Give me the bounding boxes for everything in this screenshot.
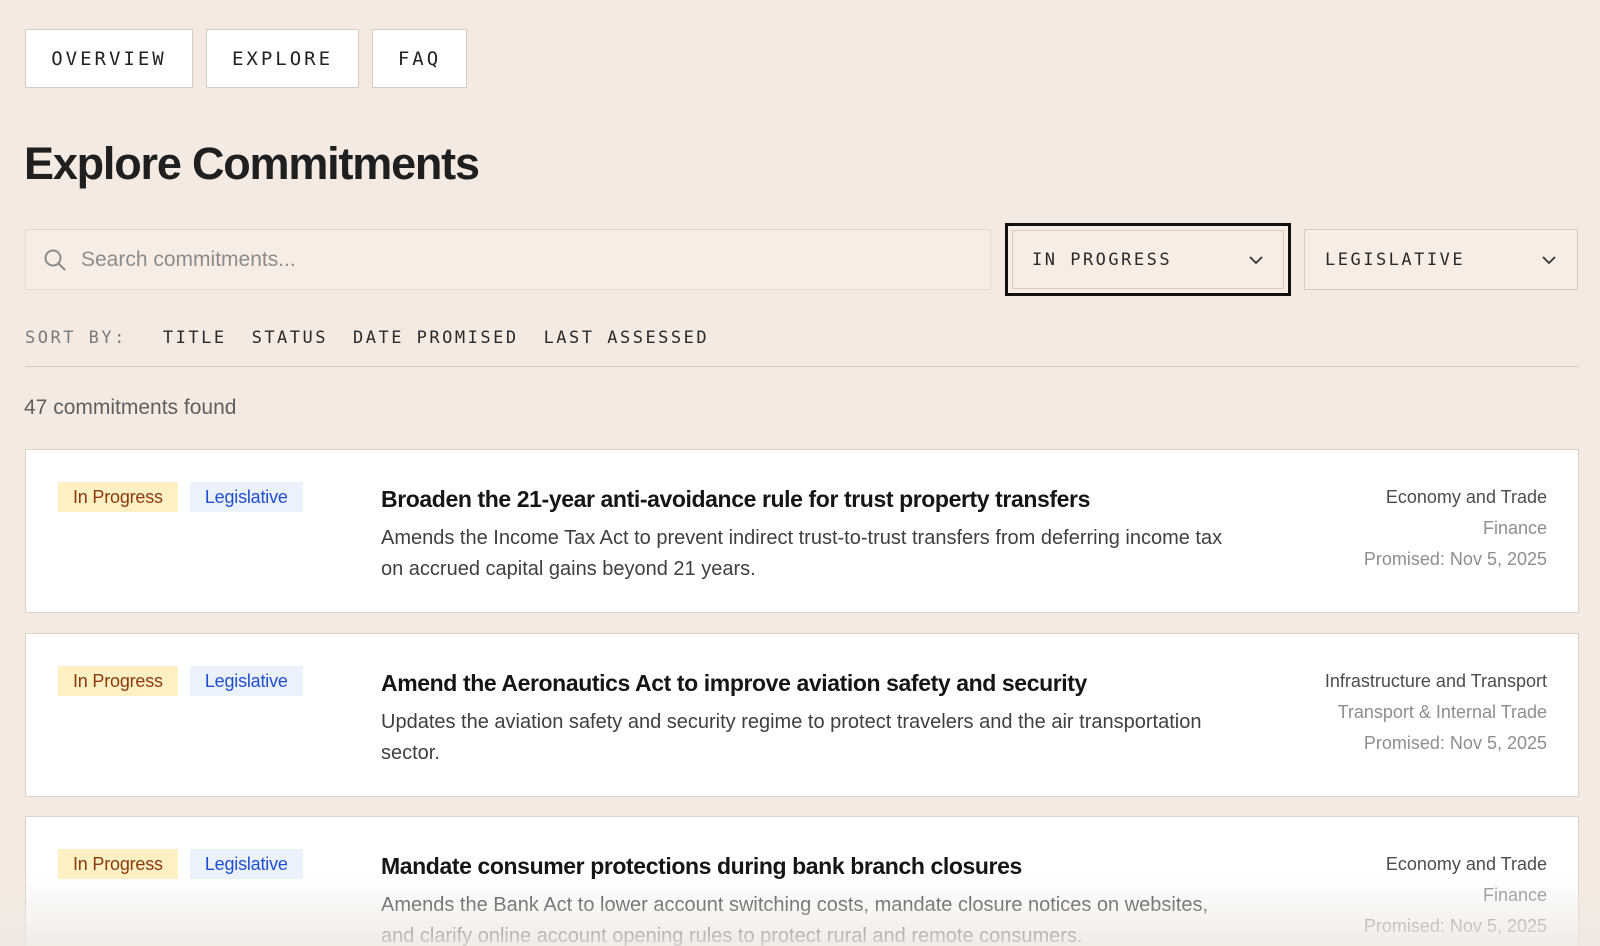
status-filter-select[interactable]: IN PROGRESS: [1005, 223, 1291, 296]
nav-overview-button[interactable]: OVERVIEW: [25, 29, 193, 88]
policy-area: Infrastructure and Transport: [1324, 671, 1547, 691]
top-nav: OVERVIEW EXPLORE FAQ: [25, 29, 467, 88]
type-badge: Legislative: [189, 666, 303, 696]
policy-area: Economy and Trade: [1385, 487, 1547, 507]
commitment-meta: Economy and Trade Finance Promised: Nov …: [1364, 482, 1547, 575]
commitment-description: Amends the Income Tax Act to prevent ind…: [381, 527, 1223, 580]
status-badge: In Progress: [58, 666, 178, 696]
search-input[interactable]: [81, 247, 990, 272]
commitment-card[interactable]: In Progress Legislative Broaden the 21-y…: [25, 449, 1579, 613]
nav-faq-button[interactable]: FAQ: [372, 29, 467, 88]
status-badge: In Progress: [58, 482, 178, 512]
sort-bar: SORT BY: TITLE STATUS DATE PROMISED LAST…: [25, 328, 734, 348]
sort-option-title[interactable]: TITLE: [163, 328, 227, 348]
category-filter-value: LEGISLATIVE: [1325, 249, 1466, 270]
divider: [25, 366, 1579, 367]
sort-option-last-assessed[interactable]: LAST ASSESSED: [544, 328, 710, 348]
department: Finance: [1482, 518, 1547, 538]
sort-option-date-promised[interactable]: DATE PROMISED: [353, 328, 519, 348]
promised-date: Promised: Nov 5, 2025: [1363, 733, 1547, 753]
department: Finance: [1482, 885, 1547, 905]
results-count: 47 commitments found: [24, 396, 237, 419]
search-icon: [44, 249, 66, 270]
commitment-title[interactable]: Mandate consumer protections during bank…: [381, 853, 1022, 880]
policy-area: Economy and Trade: [1385, 854, 1547, 874]
commitment-card[interactable]: In Progress Legislative Amend the Aerona…: [25, 633, 1579, 797]
nav-explore-button[interactable]: EXPLORE: [206, 29, 359, 88]
commitment-description: Amends the Bank Act to lower account swi…: [381, 894, 1209, 946]
category-filter-select[interactable]: LEGISLATIVE: [1304, 229, 1578, 290]
commitment-card[interactable]: In Progress Legislative Mandate consumer…: [25, 816, 1579, 946]
commitment-title[interactable]: Amend the Aeronautics Act to improve avi…: [381, 670, 1087, 697]
badge-group: In Progress Legislative: [58, 482, 303, 512]
type-badge: Legislative: [189, 482, 303, 512]
promised-date: Promised: Nov 5, 2025: [1363, 916, 1547, 936]
sort-option-status[interactable]: STATUS: [252, 328, 328, 348]
commitment-meta: Infrastructure and Transport Transport &…: [1325, 666, 1547, 759]
page: OVERVIEW EXPLORE FAQ Explore Commitments…: [0, 0, 1600, 946]
chevron-down-icon: [1542, 255, 1556, 264]
chevron-down-icon: [1249, 255, 1263, 264]
status-badge: In Progress: [58, 849, 178, 879]
commitment-meta: Economy and Trade Finance Promised: Nov …: [1364, 849, 1547, 942]
search-box[interactable]: [25, 229, 991, 290]
type-badge: Legislative: [189, 849, 303, 879]
sort-label: SORT BY:: [25, 328, 127, 348]
badge-group: In Progress Legislative: [58, 666, 303, 696]
commitment-title[interactable]: Broaden the 21-year anti-avoidance rule …: [381, 486, 1090, 513]
badge-group: In Progress Legislative: [58, 849, 303, 879]
status-filter-value: IN PROGRESS: [1032, 249, 1173, 270]
commitment-description: Updates the aviation safety and security…: [381, 711, 1202, 764]
department: Transport & Internal Trade: [1337, 702, 1547, 722]
page-title: Explore Commitments: [24, 138, 480, 189]
promised-date: Promised: Nov 5, 2025: [1363, 549, 1547, 569]
